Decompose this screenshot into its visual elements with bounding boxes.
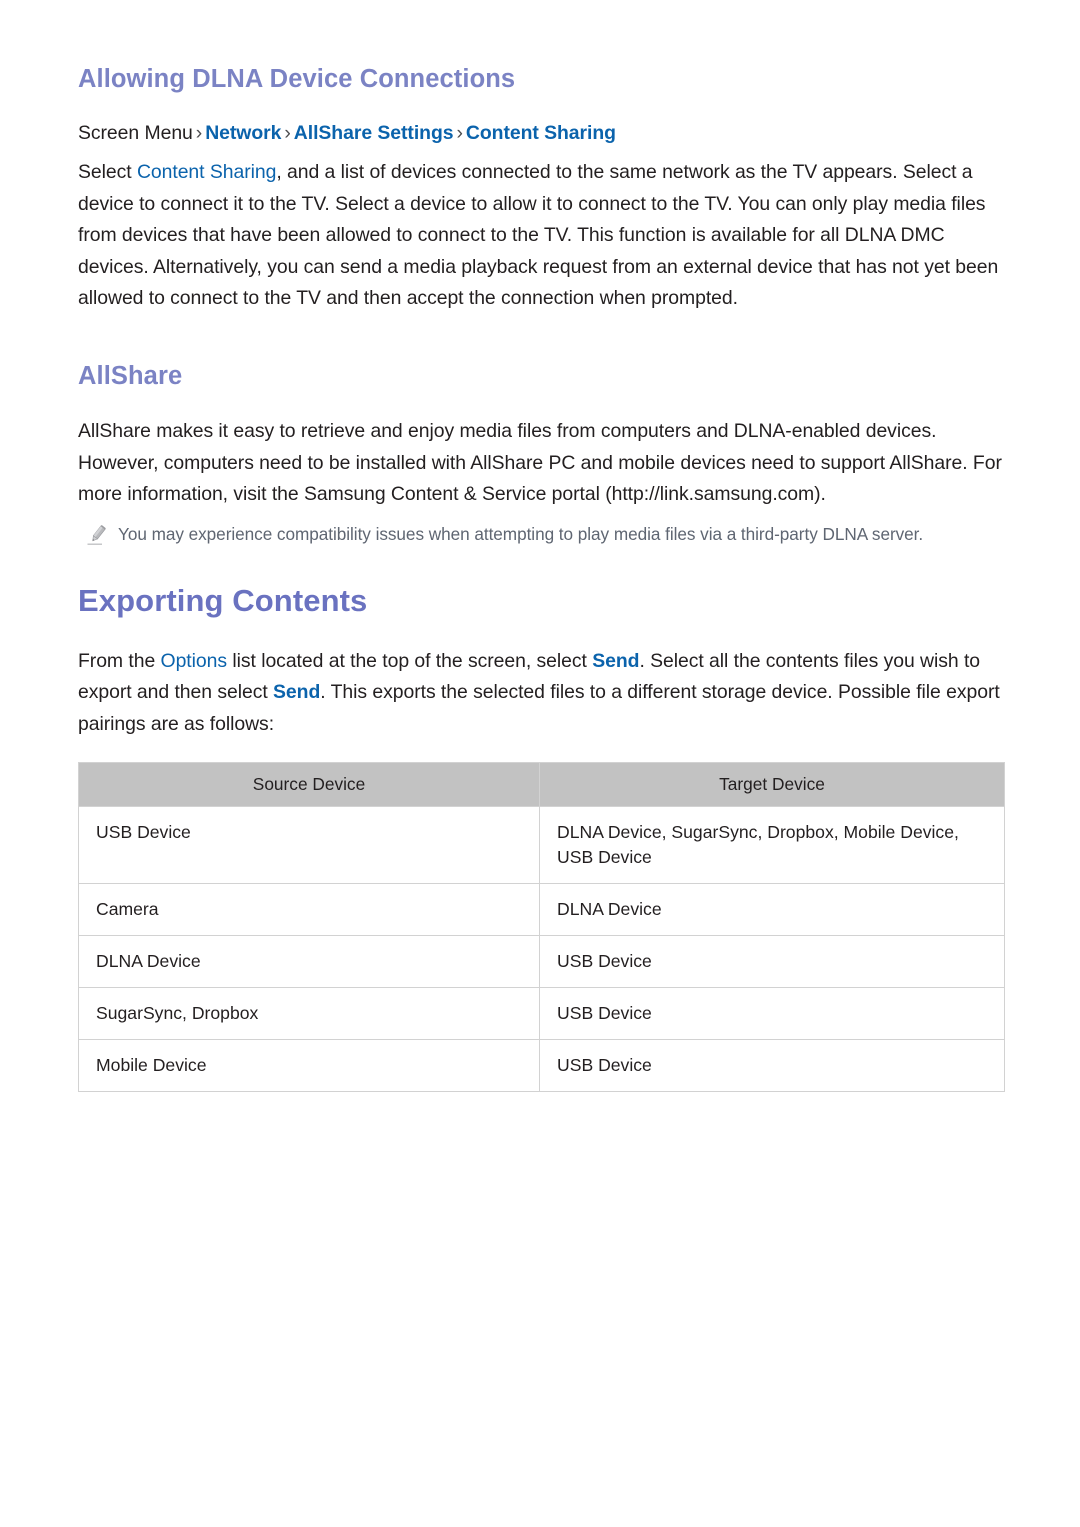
export-text-a: From the (78, 649, 161, 672)
inline-link-content-sharing[interactable]: Content Sharing (137, 161, 276, 183)
cell-source-device: DLNA Device (78, 935, 540, 989)
paragraph-text-rest: , and a list of devices connected to the… (78, 161, 999, 310)
inline-link-send-2[interactable]: Send (273, 681, 320, 703)
table-header-row: Source Device Target Device (78, 762, 1005, 808)
cell-target-device: USB Device (539, 987, 1005, 1041)
page-content: Allowing DLNA Device Connections Screen … (78, 0, 1005, 1093)
cell-target-device: USB Device (539, 935, 1005, 989)
breadcrumb-separator-1: › (195, 121, 203, 144)
breadcrumb: Screen Menu › Network › AllShare Settings › Co… (78, 118, 1004, 150)
breadcrumb-item-content-sharing[interactable]: Content Sharing (466, 122, 616, 144)
paragraph-exporting-contents: From the Options list located at the top… (78, 646, 1004, 741)
inline-link-options[interactable]: Options (161, 650, 228, 672)
document-page: Allowing DLNA Device Connections Screen … (0, 0, 1080, 1527)
inline-link-send-1[interactable]: Send (592, 650, 639, 672)
note-row: You may experience compatibility issues … (78, 521, 1004, 547)
breadcrumb-separator-2: › (284, 121, 291, 144)
cell-target-device: DLNA Device (539, 883, 1005, 937)
cell-target-device: DLNA Device, SugarSync, Dropbox, Mobile … (539, 806, 1005, 885)
table-row: Camera DLNA Device (78, 883, 1005, 937)
breadcrumb-prefix: Screen Menu (78, 121, 193, 144)
table-row: USB Device DLNA Device, SugarSync, Dropb… (78, 806, 1005, 885)
note-text: You may experience compatibility issues … (118, 523, 924, 544)
export-pairings-table: Source Device Target Device USB Device D… (78, 762, 1005, 1093)
page-title-exporting-contents: Exporting Contents (78, 582, 368, 618)
cell-source-device: Camera (78, 883, 540, 937)
cell-source-device: USB Device (78, 806, 540, 885)
cell-source-device: SugarSync, Dropbox (78, 987, 540, 1041)
column-header-source-device: Source Device (78, 762, 540, 808)
paragraph-text-lead: Select (78, 161, 137, 184)
paragraph-allowing-dlna: Select Content Sharing, and a list of de… (78, 157, 1004, 315)
section-heading-allowing-dlna: Allowing DLNA Device Connections (78, 65, 516, 93)
breadcrumb-item-allshare-settings[interactable]: AllShare Settings (294, 122, 454, 144)
cell-target-device: USB Device (539, 1039, 1005, 1093)
table-row: SugarSync, Dropbox USB Device (78, 987, 1005, 1041)
breadcrumb-separator-3: › (456, 121, 463, 144)
cell-source-device: Mobile Device (78, 1039, 540, 1093)
table-row: DLNA Device USB Device (78, 935, 1005, 989)
breadcrumb-item-network[interactable]: Network (205, 122, 281, 144)
column-header-target-device: Target Device (539, 762, 1005, 808)
table-row: Mobile Device USB Device (78, 1039, 1005, 1093)
pencil-icon (86, 523, 108, 547)
section-heading-allshare: AllShare (78, 361, 183, 390)
paragraph-allshare: AllShare makes it easy to retrieve and e… (78, 420, 1002, 506)
export-text-b: list located at the top of the screen, s… (227, 649, 593, 672)
